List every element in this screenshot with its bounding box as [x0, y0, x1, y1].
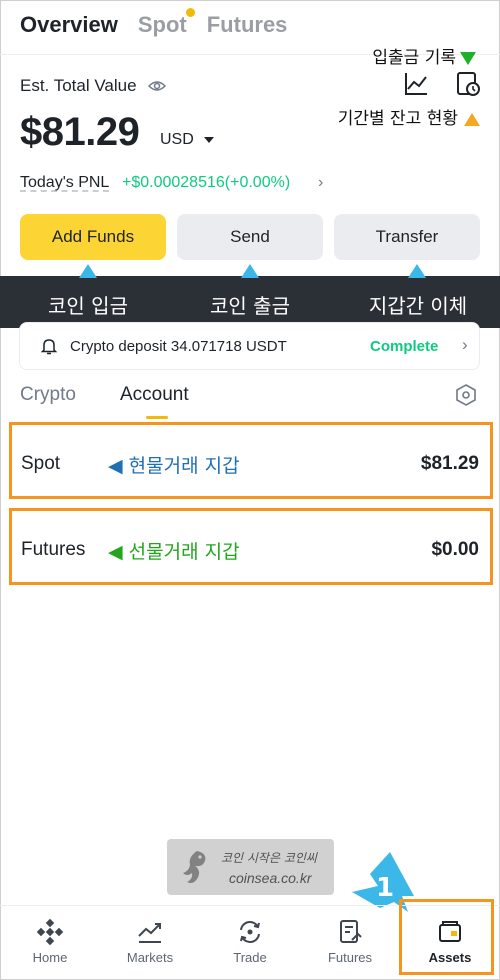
transaction-history-icon[interactable]: [454, 70, 482, 98]
pointer-triangle-icon: [241, 264, 259, 278]
annotation-transfer: 지갑간 이체: [368, 294, 468, 318]
account-value: $81.29: [420, 453, 479, 474]
account-name: Futures: [21, 539, 86, 560]
tab-crypto[interactable]: Crypto: [20, 384, 76, 406]
caret-down-icon[interactable]: [204, 137, 214, 143]
nav-label: Futures: [327, 950, 373, 965]
notification-dot: [185, 8, 195, 17]
transfer-button[interactable]: Transfer: [334, 214, 480, 260]
active-tab-indicator: [146, 416, 168, 419]
account-name: Spot: [21, 453, 61, 474]
notice-text: Crypto deposit 34.071718 USDT: [70, 338, 287, 355]
markets-chart-icon: [138, 923, 161, 943]
assets-highlight-box: [399, 899, 494, 975]
chevron-right-icon[interactable]: ›: [318, 174, 323, 192]
nav-markets[interactable]: Markets: [105, 912, 195, 972]
triangle-up-icon: [464, 112, 480, 126]
add-funds-button[interactable]: Add Funds: [20, 214, 166, 260]
nav-label: Markets: [126, 950, 174, 965]
pointer-triangle-icon: [408, 264, 426, 278]
futures-document-icon: [340, 920, 362, 943]
send-button[interactable]: Send: [177, 214, 323, 260]
nav-trade[interactable]: Trade: [205, 912, 295, 972]
account-value: $0.00: [431, 539, 479, 560]
pnl-value: +$0.00028516(+0.00%): [122, 174, 291, 191]
settings-hexagon-icon[interactable]: [456, 384, 476, 406]
watermark-text: 코인 시작은 코인씨: [221, 851, 317, 865]
trade-exchange-icon: [240, 921, 260, 943]
est-total-value-label: Est. Total Value: [20, 76, 137, 95]
tab-futures[interactable]: Futures: [207, 12, 288, 38]
annotation-balance-history: 기간별 잔고 현황: [338, 104, 480, 129]
pnl-chart-icon[interactable]: [402, 70, 430, 98]
nav-home[interactable]: Home: [5, 912, 95, 972]
annotation-spot-wallet: ◀ 현물거래 지갑: [108, 455, 240, 477]
annotation-history: 입출금 기록: [372, 43, 476, 68]
annotation-history-text: 입출금 기록: [372, 48, 456, 68]
tab-spot-label: Spot: [137, 12, 187, 37]
spot-account-row[interactable]: Spot ◀ 현물거래 지갑 $81.29: [9, 422, 493, 499]
annotation-deposit: 코인 입금: [48, 294, 128, 318]
total-balance: $81.29: [20, 110, 140, 154]
annotation-futures-wallet: ◀ 선물거래 지갑: [108, 541, 240, 563]
nav-label: Home: [32, 950, 68, 965]
annotation-balance-text: 기간별 잔고 현황: [337, 109, 458, 129]
nav-futures[interactable]: Futures: [305, 912, 395, 972]
nav-label: Trade: [233, 950, 267, 965]
notice-status: Complete: [370, 338, 439, 355]
watermark: 코인 시작은 코인씨 coinsea.co.kr: [167, 839, 334, 895]
tab-overview[interactable]: Overview: [20, 12, 118, 38]
tab-account[interactable]: Account: [120, 384, 189, 406]
callout-number: 1: [376, 873, 394, 903]
pnl-label[interactable]: Today's PNL: [20, 174, 109, 192]
triangle-down-icon: [460, 51, 476, 65]
pointer-triangle-icon: [79, 264, 97, 278]
tab-spot[interactable]: Spot: [137, 8, 195, 38]
currency-selector[interactable]: USD: [160, 131, 194, 149]
bell-icon: [40, 339, 58, 355]
eye-icon[interactable]: [148, 77, 166, 95]
chevron-right-icon: ›: [462, 335, 468, 354]
seahorse-logo-icon: [183, 851, 206, 883]
futures-account-row[interactable]: Futures ◀ 선물거래 지갑 $0.00: [9, 508, 493, 585]
watermark-url: coinsea.co.kr: [229, 870, 312, 886]
annotation-send: 코인 출금: [210, 294, 290, 318]
deposit-notice[interactable]: Crypto deposit 34.071718 USDT Complete ›: [19, 322, 480, 370]
top-tab-bar: Overview Spot Futures: [20, 8, 288, 38]
binance-logo-icon: [36, 918, 64, 946]
